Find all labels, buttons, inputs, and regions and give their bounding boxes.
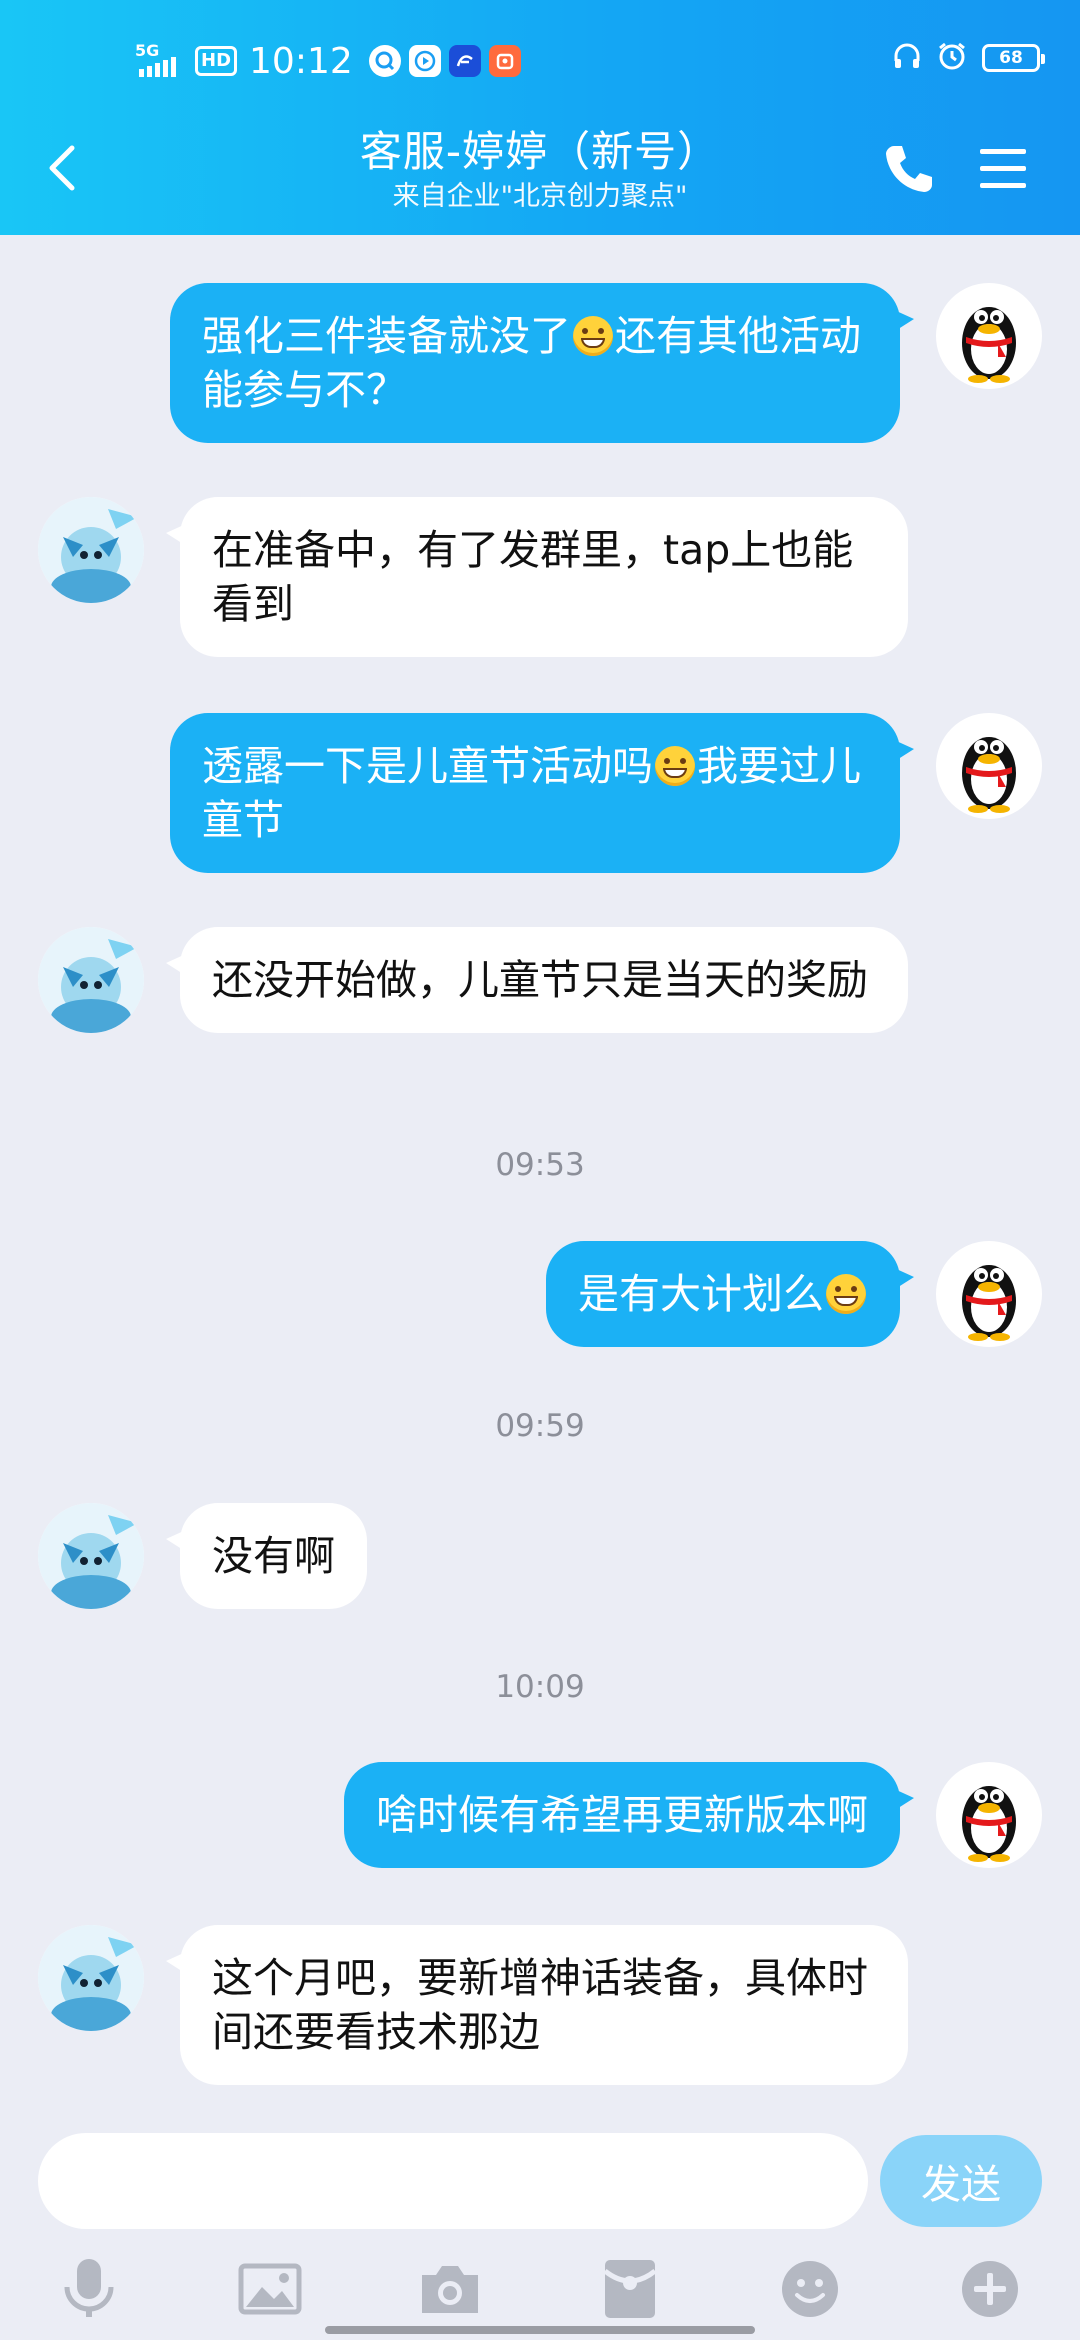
chat-subtitle: 来自企业"北京创力聚点" [392, 181, 688, 212]
penguin-avatar-icon [962, 307, 1016, 383]
microphone-icon [64, 2259, 114, 2317]
chat-message-list[interactable]: 强化三件装备就没了 还有其他活动能参与不？ 在准备中，有了发群里，tap上也能看到… [0, 235, 1080, 2115]
camera-button[interactable] [415, 2254, 485, 2324]
emoji-button[interactable] [775, 2254, 845, 2324]
image-icon [238, 2263, 302, 2315]
phone-icon [886, 146, 932, 192]
red-packet-button[interactable] [595, 2254, 665, 2324]
home-indicator[interactable] [325, 2326, 755, 2334]
outgoing-message-bubble[interactable]: 强化三件装备就没了 还有其他活动能参与不？ [170, 283, 914, 443]
video-app-notification-icon [408, 45, 441, 77]
my-avatar[interactable] [936, 713, 1042, 819]
message-text: 啥时候有希望再更新版本啊 [376, 1791, 868, 1839]
dragon-avatar-icon [38, 927, 144, 1033]
status-time: 10:12 [249, 40, 353, 82]
message-text: 是有大计划么 [578, 1270, 824, 1318]
contact-avatar[interactable] [38, 1925, 144, 2031]
emoji-icon [782, 2261, 838, 2317]
back-button[interactable] [38, 138, 88, 198]
shopping-app-notification-icon [488, 45, 521, 77]
message-input[interactable] [38, 2133, 868, 2229]
my-avatar[interactable] [936, 283, 1042, 389]
menu-button[interactable] [978, 146, 1028, 192]
message-text: 还没开始做，儿童节只是当天的奖励 [212, 956, 868, 1004]
qq-browser-notification-icon [368, 45, 401, 77]
message-text: 透露一下是儿童节活动吗 [202, 742, 653, 790]
my-avatar[interactable] [936, 1241, 1042, 1347]
chevron-left-icon [49, 145, 75, 191]
outgoing-message-bubble[interactable]: 透露一下是儿童节活动吗 我要过儿童节 [170, 713, 914, 873]
photo-button[interactable] [235, 2254, 305, 2324]
dragon-avatar-icon [38, 1503, 144, 1609]
composer-toolbar [0, 2240, 1080, 2340]
big-grin-emoji-icon [655, 746, 695, 786]
outgoing-message-bubble[interactable]: 是有大计划么 [546, 1241, 914, 1347]
message-text: 在准备中，有了发群里，tap上也能看到 [212, 526, 854, 628]
incoming-message-bubble[interactable]: 在准备中，有了发群里，tap上也能看到 [166, 497, 908, 657]
message-timestamp: 10:09 [495, 1669, 585, 1705]
send-button[interactable]: 发送 [880, 2135, 1042, 2227]
hamburger-menu-icon [980, 149, 1026, 188]
penguin-avatar-icon [962, 737, 1016, 813]
message-timestamp: 09:53 [495, 1147, 585, 1183]
message-text: 这个月吧，要新增神话装备，具体时间还要看技术那边 [212, 1954, 868, 2056]
penguin-avatar-icon [962, 1786, 1016, 1862]
big-grin-emoji-icon [826, 1274, 866, 1314]
voice-button[interactable] [54, 2254, 124, 2324]
contact-avatar[interactable] [38, 927, 144, 1033]
message-text: 没有啊 [212, 1532, 335, 1580]
message-timestamp: 09:59 [495, 1408, 585, 1444]
incoming-message-bubble[interactable]: 这个月吧，要新增神话装备，具体时间还要看技术那边 [166, 1925, 908, 2085]
battery-indicator: 68 [982, 44, 1045, 72]
message-text: 强化三件装备就没了 [202, 312, 571, 360]
more-button[interactable] [955, 2254, 1025, 2324]
call-button[interactable] [880, 140, 938, 198]
camera-icon [422, 2266, 478, 2313]
alarm-icon [936, 40, 968, 76]
contact-avatar[interactable] [38, 1503, 144, 1609]
my-avatar[interactable] [936, 1762, 1042, 1868]
dragon-avatar-icon [38, 497, 144, 603]
headphones-icon [892, 41, 922, 75]
plus-icon [962, 2261, 1018, 2317]
contact-avatar[interactable] [38, 497, 144, 603]
hd-voice-icon: HD [195, 46, 238, 76]
cellular-signal-icon: 5G [133, 41, 187, 81]
dragon-avatar-icon [38, 1925, 144, 2031]
title-bar: 客服-婷婷（新号） 来自企业"北京创力聚点" [0, 120, 1080, 235]
penguin-avatar-icon [962, 1265, 1016, 1341]
status-bar: 5G HD 10:12 68 [0, 0, 1080, 120]
red-packet-icon [603, 2260, 657, 2318]
outgoing-message-bubble[interactable]: 啥时候有希望再更新版本啊 [344, 1762, 914, 1868]
recruit-app-notification-icon [448, 45, 481, 77]
message-composer: 发送 [0, 2115, 1080, 2240]
chat-title-group[interactable]: 客服-婷婷（新号） 来自企业"北京创力聚点" [200, 124, 880, 214]
chat-title: 客服-婷婷（新号） [359, 127, 721, 176]
grinning-emoji-icon [573, 316, 613, 356]
header: 5G HD 10:12 68 客服-婷婷（新号） 来自企业"北京创力聚点" [0, 0, 1080, 235]
incoming-message-bubble[interactable]: 没有啊 [166, 1503, 367, 1609]
incoming-message-bubble[interactable]: 还没开始做，儿童节只是当天的奖励 [166, 927, 908, 1033]
